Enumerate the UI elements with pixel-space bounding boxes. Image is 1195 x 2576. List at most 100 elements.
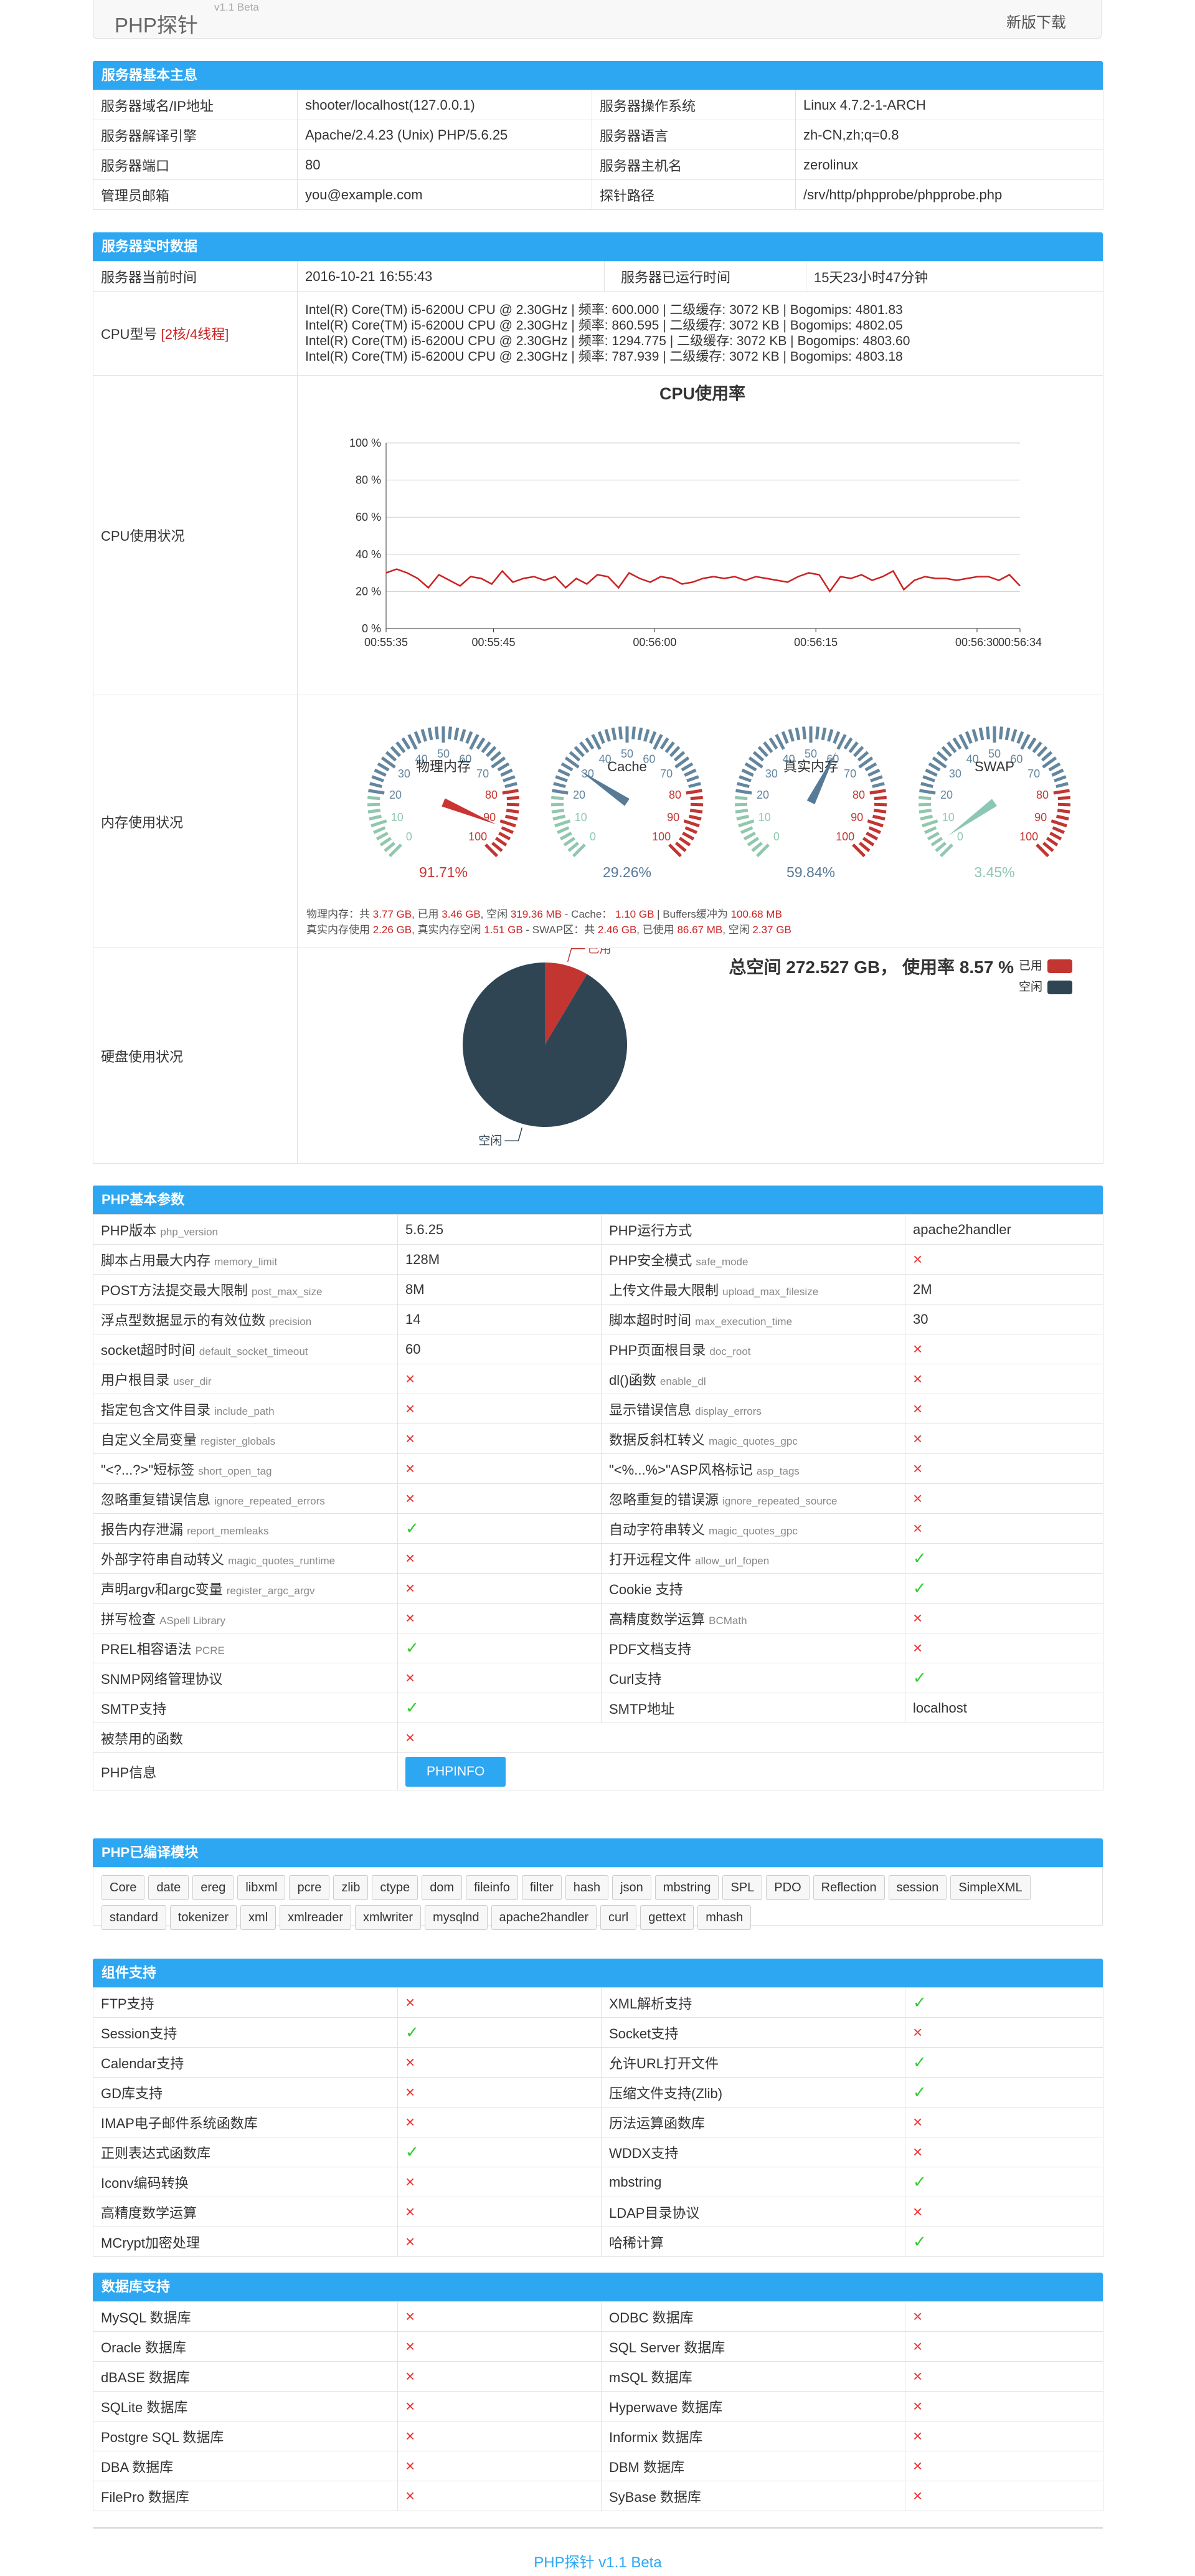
gauge-segment (618, 726, 623, 739)
param-value: ✓ (905, 1543, 1103, 1574)
table-row: 用户根目录 user_dir × dl()函数 enable_dl × (93, 1364, 1103, 1394)
table-row: 服务器域名/IP地址 shooter/localhost(127.0.0.1) 服务… (93, 90, 1103, 120)
module-badge: mhash (697, 1905, 752, 1930)
feature-label: FTP支持 (93, 1987, 398, 2018)
check-icon: ✓ (913, 1993, 927, 2012)
cross-icon: × (405, 2337, 415, 2355)
gauge-tick-label: 30 (398, 768, 410, 780)
param-key: php_version (160, 1225, 218, 1238)
gauge-segment (827, 729, 834, 742)
param-value: 30 (905, 1304, 1103, 1334)
feature-label: 正则表达式函数库 (93, 2137, 398, 2167)
gauge-segment (486, 746, 497, 758)
gauge-segment (465, 731, 473, 744)
module-badge: apache2handler (491, 1905, 597, 1930)
feature-label: SQL Server 数据库 (601, 2331, 905, 2362)
table-row: 服务器解译引擎 Apache/2.4.23 (Unix) PHP/5.6.25 服务… (93, 120, 1103, 150)
gauge-segment (874, 796, 887, 801)
navbar: PHP探针 v1.1 Beta 新版下载 (93, 0, 1102, 39)
feature-label: Informix 数据库 (601, 2421, 905, 2451)
footer-link[interactable]: PHP探针 v1.1 Beta (93, 2550, 1103, 2572)
param-key: BCMath (709, 1614, 747, 1627)
disabled-functions-value: × (397, 1723, 1103, 1753)
table-row: 高精度数学运算 × LDAP目录协议 × (93, 2197, 1103, 2227)
param-value: × (905, 1603, 1103, 1633)
feature-name: Session支持 (101, 2025, 177, 2041)
param-name: Cookie 支持 (609, 1581, 683, 1597)
param-value: ✓ (905, 1573, 1103, 1604)
table-row: 浮点型数据显示的有效位数 precision 14 脚本超时时间 max_execu… (93, 1304, 1103, 1334)
param-name: SMTP地址 (609, 1701, 675, 1717)
info-value: 80 (297, 150, 592, 180)
gauge-segment (373, 826, 386, 834)
feature-label: Hyperwave 数据库 (601, 2391, 905, 2422)
feature-status: ✓ (905, 2167, 1103, 2197)
param-value: × (905, 1483, 1103, 1514)
disk-usage-label: 硬盘使用状况 (93, 948, 298, 1164)
gauge-segment (999, 726, 1003, 739)
gauge-segment (506, 809, 519, 814)
table-row: 指定包含文件目录 include_path × 显示错误信息 display_err… (93, 1394, 1103, 1424)
feature-label: SQLite 数据库 (93, 2391, 398, 2422)
param-value: × (905, 1453, 1103, 1484)
gauge-segment (833, 731, 841, 744)
module-badge: pcre (289, 1875, 330, 1900)
cross-icon: × (913, 2426, 923, 2445)
param-name: PHP版本 (101, 1222, 161, 1238)
param-value: localhost (905, 1693, 1103, 1723)
y-tick-label: 20 % (356, 585, 381, 597)
gauge-segment (385, 751, 397, 762)
param-key: ignore_repeated_errors (214, 1495, 325, 1507)
feature-status: × (397, 2301, 602, 2332)
brand-link[interactable]: PHP探针 (115, 9, 198, 39)
param-label: 浮点型数据显示的有效位数 precision (93, 1304, 398, 1334)
gauge-segment (1051, 819, 1067, 828)
footer: PHP探针 v1.1 Beta (93, 2527, 1103, 2571)
cell-text: 管理员邮箱 (101, 188, 170, 204)
gauge-segment (768, 737, 778, 750)
gauge-tick-label: 100 (652, 830, 671, 843)
feature-status: × (397, 2047, 602, 2078)
table-row: 报告内存泄漏 report_memleaks ✓ 自动字符串转义 magic_quo… (93, 1513, 1103, 1544)
feature-label: ODBC 数据库 (601, 2301, 905, 2332)
cross-icon: × (405, 2202, 415, 2221)
gauge-needle (579, 770, 630, 806)
cpu-usage-label: CPU使用状况 (93, 375, 298, 695)
param-text: 8M (405, 1281, 425, 1297)
gauge-tick-label: 70 (476, 768, 489, 780)
cross-icon: × (405, 2083, 415, 2101)
y-tick-label: 40 % (356, 548, 381, 561)
realtime-panel: 服务器实时数据 服务器当前时间 2016-10-21 16:55:43 服务器已… (93, 232, 1103, 1164)
param-label: PHP版本 php_version (93, 1214, 398, 1245)
gauge-segment (873, 809, 887, 814)
cross-icon: × (405, 2397, 415, 2415)
gauge-segment (739, 775, 752, 782)
cpu-lines: Intel(R) Core(TM) i5-6200U CPU @ 2.30GHz… (297, 291, 1103, 376)
gauge-segment (788, 729, 795, 742)
info-label: 管理员邮箱 (93, 179, 298, 210)
phpinfo-button[interactable]: PHPINFO (405, 1756, 506, 1787)
x-tick-label: 00:56:30 (955, 636, 999, 649)
module-badge: ereg (192, 1875, 234, 1900)
param-value: 2M (905, 1274, 1103, 1305)
param-value: × (905, 1394, 1103, 1424)
param-name: 显示错误信息 (609, 1402, 696, 1418)
param-label: 脚本超时时间 max_execution_time (601, 1304, 905, 1334)
cross-icon: × (405, 1489, 415, 1508)
gauge-tick-label: 50 (621, 748, 633, 760)
cpu-series-line (385, 568, 1021, 593)
gauge-segment (674, 842, 687, 852)
param-name: socket超时时间 (101, 1342, 199, 1358)
gauge-segment (376, 831, 389, 840)
cross-icon: × (405, 1668, 415, 1687)
feature-label: 历法运算函数库 (601, 2107, 905, 2137)
gauge-segment (491, 842, 503, 852)
cross-icon: × (913, 1638, 923, 1657)
param-name: 脚本超时时间 (609, 1312, 696, 1328)
feature-status: ✓ (905, 2077, 1103, 2108)
download-link[interactable]: 新版下载 (1006, 10, 1066, 32)
param-label: 高精度数学运算 BCMath (601, 1603, 905, 1633)
gauge-title: SWAP (975, 759, 1014, 774)
param-label: PREL相容语法 PCRE (93, 1633, 398, 1663)
param-value: × (397, 1453, 602, 1484)
